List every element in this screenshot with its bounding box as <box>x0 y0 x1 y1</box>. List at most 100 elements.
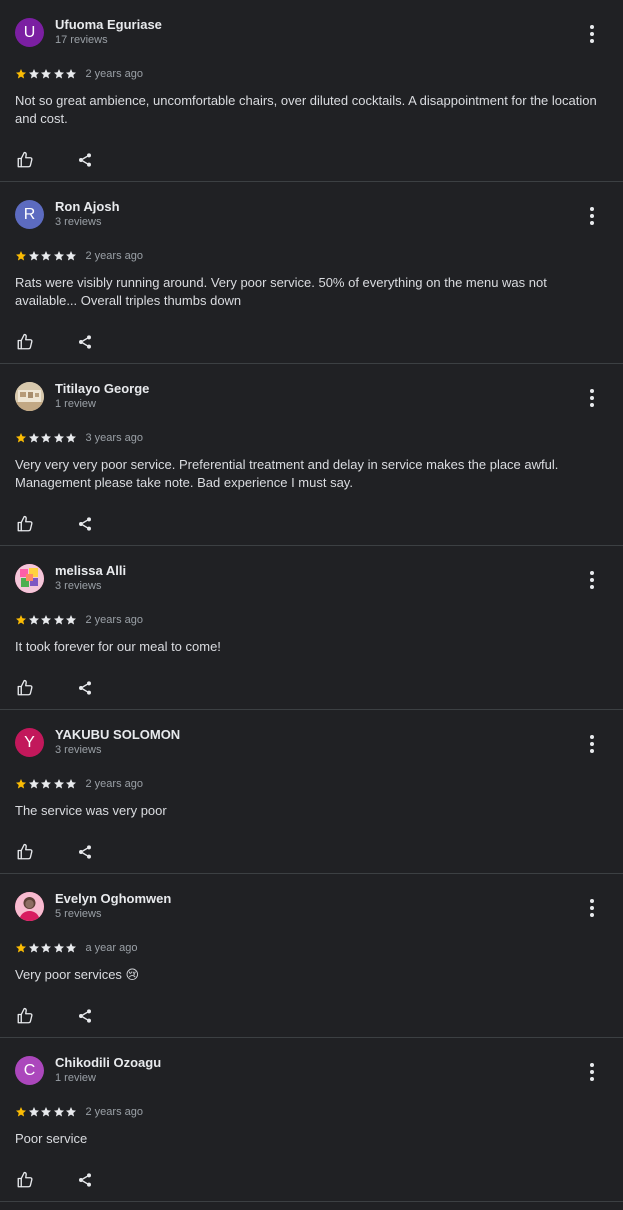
star-empty-icon <box>66 69 76 79</box>
star-filled-icon <box>16 433 26 443</box>
star-empty-icon <box>28 779 39 789</box>
review-date: 2 years ago <box>85 614 143 626</box>
reviewer-name[interactable]: YAKUBU SOLOMON <box>55 727 180 742</box>
reviewer-name[interactable]: Titilayo George <box>55 381 149 396</box>
review-count: 3 reviews <box>55 216 102 228</box>
reviewer-name[interactable]: Ron Ajosh <box>55 199 120 214</box>
thumbs-up-icon[interactable] <box>15 842 35 862</box>
review-actions <box>15 984 608 1046</box>
star-empty-icon <box>66 251 76 261</box>
review-count: 1 review <box>55 1072 96 1084</box>
review-card: Y YAKUBU SOLOMON 3 reviews 2 years ago T… <box>0 710 623 874</box>
thumbs-up-icon[interactable] <box>15 678 35 698</box>
thumbs-up-icon[interactable] <box>15 514 35 534</box>
review-header: Evelyn Oghomwen 5 reviews <box>15 874 608 937</box>
review-actions <box>15 656 608 718</box>
review-header: Titilayo George 1 review <box>15 364 608 427</box>
star-empty-icon <box>66 615 76 625</box>
star-empty-icon <box>66 943 76 953</box>
review-text: The service was very poor <box>15 803 167 818</box>
avatar[interactable] <box>15 564 44 593</box>
avatar[interactable] <box>15 892 44 921</box>
review-card: melissa Alli 3 reviews 2 years ago It to… <box>0 546 623 710</box>
reviewer-name[interactable]: melissa Alli <box>55 563 126 578</box>
star-empty-icon <box>28 69 39 79</box>
star-rating <box>15 1106 78 1118</box>
share-icon[interactable] <box>75 842 95 862</box>
thumbs-up-icon[interactable] <box>15 150 35 170</box>
star-empty-icon <box>28 433 39 443</box>
star-empty-icon <box>28 615 39 625</box>
more-vert-icon[interactable] <box>582 1062 602 1082</box>
star-filled-icon <box>16 943 26 953</box>
review-count: 17 reviews <box>55 34 108 46</box>
avatar[interactable]: Y <box>15 728 44 757</box>
thumbs-up-icon[interactable] <box>15 1006 35 1026</box>
review-date: 2 years ago <box>85 778 143 790</box>
review-text: Very poor services 😢 <box>15 967 140 982</box>
reviewer-name[interactable]: Evelyn Oghomwen <box>55 891 171 906</box>
reviews-list: U Ufuoma Eguriase 17 reviews 2 years ago… <box>0 0 623 1202</box>
avatar[interactable]: U <box>15 18 44 47</box>
more-vert-icon[interactable] <box>582 734 602 754</box>
review-header: U Ufuoma Eguriase 17 reviews <box>15 0 608 63</box>
star-rating <box>15 614 78 626</box>
thumbs-up-icon[interactable] <box>15 1170 35 1190</box>
more-vert-icon[interactable] <box>582 388 602 408</box>
review-card: U Ufuoma Eguriase 17 reviews 2 years ago… <box>0 0 623 182</box>
review-text: Very very very poor service. Preferentia… <box>15 457 559 490</box>
star-rating <box>15 942 78 954</box>
more-vert-icon[interactable] <box>582 206 602 226</box>
more-vert-icon[interactable] <box>582 570 602 590</box>
avatar[interactable] <box>15 382 44 411</box>
share-icon[interactable] <box>75 150 95 170</box>
star-filled-icon <box>16 779 26 789</box>
rating-row: 2 years ago <box>15 775 608 793</box>
star-empty-icon <box>41 433 51 443</box>
review-count: 5 reviews <box>55 908 102 920</box>
review-actions <box>15 820 608 882</box>
review-text: Not so great ambience, uncomfortable cha… <box>15 93 597 126</box>
rating-row: 2 years ago <box>15 65 608 83</box>
review-text: It took forever for our meal to come! <box>15 639 221 654</box>
review-count: 1 review <box>55 398 96 410</box>
more-vert-icon[interactable] <box>582 898 602 918</box>
more-vert-icon[interactable] <box>582 24 602 44</box>
share-icon[interactable] <box>75 514 95 534</box>
review-header: Y YAKUBU SOLOMON 3 reviews <box>15 710 608 773</box>
star-empty-icon <box>41 943 51 953</box>
share-icon[interactable] <box>75 1006 95 1026</box>
review-card: Evelyn Oghomwen 5 reviews a year ago Ver… <box>0 874 623 1038</box>
rating-row: 2 years ago <box>15 1103 608 1121</box>
star-empty-icon <box>53 251 64 261</box>
avatar[interactable]: C <box>15 1056 44 1085</box>
star-empty-icon <box>53 433 64 443</box>
star-empty-icon <box>66 1107 76 1117</box>
review-card: C Chikodili Ozoagu 1 review 2 years ago … <box>0 1038 623 1202</box>
share-icon[interactable] <box>75 678 95 698</box>
star-rating <box>15 68 78 80</box>
review-date: 2 years ago <box>85 68 143 80</box>
star-empty-icon <box>28 251 39 261</box>
review-count: 3 reviews <box>55 744 102 756</box>
review-actions <box>15 310 608 372</box>
share-icon[interactable] <box>75 332 95 352</box>
reviewer-name[interactable]: Ufuoma Eguriase <box>55 17 162 32</box>
star-empty-icon <box>53 615 64 625</box>
review-actions <box>15 1148 608 1210</box>
star-rating <box>15 432 78 444</box>
thumbs-up-icon[interactable] <box>15 332 35 352</box>
review-header: melissa Alli 3 reviews <box>15 546 608 609</box>
review-date: a year ago <box>85 942 138 954</box>
reviewer-name[interactable]: Chikodili Ozoagu <box>55 1055 161 1070</box>
review-date: 2 years ago <box>85 1106 143 1118</box>
star-empty-icon <box>66 779 76 789</box>
star-empty-icon <box>53 69 64 79</box>
star-empty-icon <box>41 251 51 261</box>
avatar[interactable]: R <box>15 200 44 229</box>
star-filled-icon <box>16 251 26 261</box>
review-text: Poor service <box>15 1131 88 1146</box>
share-icon[interactable] <box>75 1170 95 1190</box>
review-count: 3 reviews <box>55 580 102 592</box>
star-empty-icon <box>41 779 51 789</box>
